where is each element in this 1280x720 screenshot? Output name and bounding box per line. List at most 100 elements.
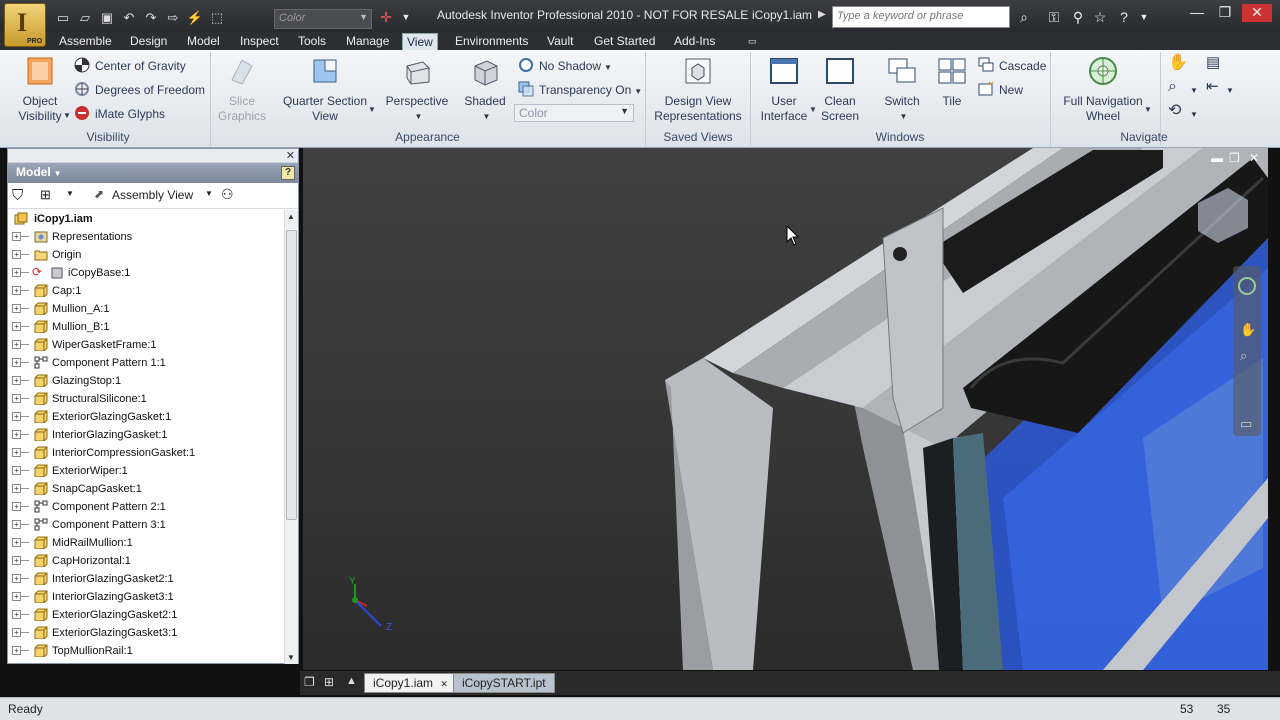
imate-glyphs-toggle[interactable]: iMate Glyphs: [74, 105, 165, 122]
minimize-icon[interactable]: —: [1186, 4, 1208, 22]
tree-item[interactable]: + CapHorizontal:1: [8, 552, 284, 570]
tree-item[interactable]: + InteriorGlazingGasket3:1: [8, 588, 284, 606]
help-search-input[interactable]: Type a keyword or phrase: [832, 6, 1010, 28]
chevron-down-icon[interactable]: ▼: [205, 189, 213, 198]
document-tab[interactable]: iCopySTART.ipt: [453, 673, 555, 693]
document-tab[interactable]: iCopy1.iam ✕: [364, 673, 457, 693]
help-icon[interactable]: ?: [281, 166, 295, 180]
close-icon[interactable]: ✕: [286, 149, 295, 162]
find-binoculars-icon[interactable]: ⚇: [221, 186, 234, 203]
update-icon[interactable]: ⚡: [186, 9, 204, 27]
tree-item[interactable]: + ExteriorGlazingGasket2:1: [8, 606, 284, 624]
tree-item[interactable]: + InteriorGlazingGasket:1: [8, 426, 284, 444]
expand-icon[interactable]: +: [12, 250, 21, 259]
graphics-viewport[interactable]: ✋ ⌕ ▭ Y Z ▬ ❐ ✕: [303, 148, 1268, 670]
viewport-restore-icon[interactable]: ❐: [1229, 151, 1240, 165]
tab-manage[interactable]: Manage: [342, 33, 393, 50]
new-file-icon[interactable]: ▭: [54, 9, 72, 27]
save-icon[interactable]: ▣: [98, 9, 116, 27]
transparency-toggle[interactable]: Transparency On ▼: [518, 81, 642, 100]
measure-icon[interactable]: ✛: [376, 7, 396, 27]
tree-item[interactable]: + Component Pattern 1:1: [8, 354, 284, 372]
communication-center-icon[interactable]: ⚲: [1068, 7, 1088, 27]
favorites-star-icon[interactable]: ☆: [1090, 7, 1110, 27]
expand-icon[interactable]: +: [12, 340, 21, 349]
expand-icon[interactable]: +: [12, 610, 21, 619]
expand-icon[interactable]: +: [12, 232, 21, 241]
design-view-representations-button[interactable]: Design View Representations: [652, 56, 744, 124]
return-icon[interactable]: ⇨: [164, 9, 182, 27]
tab-view[interactable]: View: [402, 33, 438, 50]
tree-item[interactable]: + InteriorCompressionGasket:1: [8, 444, 284, 462]
chevron-down-icon[interactable]: ▼: [63, 108, 71, 124]
color-override-combo[interactable]: Color ▼: [274, 9, 372, 29]
switch-window-button[interactable]: Switch ▼: [878, 56, 926, 124]
viewport-minimize-icon[interactable]: ▬: [1211, 151, 1223, 165]
shadow-toggle[interactable]: No Shadow ▼: [518, 57, 612, 76]
cascade-button[interactable]: Cascade: [978, 57, 1046, 74]
expand-icon[interactable]: +: [12, 592, 21, 601]
application-menu-button[interactable]: I PRO: [4, 3, 46, 47]
select-icon[interactable]: ⬚: [208, 9, 226, 27]
redo-icon[interactable]: ↷: [142, 9, 160, 27]
new-window-button[interactable]: New: [978, 81, 1023, 98]
look-at-icon[interactable]: ▤: [1206, 55, 1220, 71]
tab-tools[interactable]: Tools: [294, 33, 330, 50]
tree-item[interactable]: + ExteriorGlazingGasket:1: [8, 408, 284, 426]
expand-icon[interactable]: +: [12, 412, 21, 421]
expand-icon[interactable]: +: [12, 628, 21, 637]
tile-windows-button[interactable]: Tile: [932, 56, 972, 109]
shaded-button[interactable]: Shaded ▼: [460, 56, 510, 124]
tree-item[interactable]: + GlazingStop:1: [8, 372, 284, 390]
tab-inspect[interactable]: Inspect: [236, 33, 283, 50]
document-menu-icon[interactable]: ▲: [346, 675, 357, 687]
tree-item[interactable]: + Origin: [8, 246, 284, 264]
help-dropdown-icon[interactable]: ▼: [1134, 7, 1154, 27]
quarter-section-view-button[interactable]: Quarter Section View: [280, 56, 370, 124]
scroll-up-icon[interactable]: ▲: [287, 212, 295, 221]
full-navigation-wheel-button[interactable]: Full Navigation Wheel: [1058, 56, 1148, 124]
filter-icon[interactable]: ⛉: [12, 187, 23, 204]
binoculars-icon[interactable]: ⌕: [1014, 7, 1034, 27]
previous-view-icon[interactable]: ⇤: [1206, 79, 1219, 95]
slice-graphics-button[interactable]: Slice Graphics: [214, 56, 270, 124]
hierarchy-icon[interactable]: ⊞: [40, 187, 51, 203]
scroll-down-icon[interactable]: ▼: [287, 653, 295, 662]
tree-item[interactable]: + MidRailMullion:1: [8, 534, 284, 552]
tree-item[interactable]: + Cap:1: [8, 282, 284, 300]
open-folder-icon[interactable]: ▱: [76, 9, 94, 27]
ribbon-minimize-icon[interactable]: ▭: [744, 33, 761, 50]
restore-icon[interactable]: ❐: [1214, 4, 1236, 22]
expand-icon[interactable]: +: [12, 268, 21, 277]
expand-icon[interactable]: +: [12, 556, 21, 565]
tree-item[interactable]: + StructuralSilicone:1: [8, 390, 284, 408]
expand-icon[interactable]: +: [12, 484, 21, 493]
perspective-button[interactable]: Perspective ▼: [383, 56, 451, 124]
expand-icon[interactable]: +: [12, 358, 21, 367]
scroll-thumb[interactable]: [286, 230, 297, 520]
tile-documents-icon[interactable]: ⊞: [324, 675, 334, 689]
search-expand-icon[interactable]: ▶: [818, 9, 826, 20]
expand-icon[interactable]: +: [12, 646, 21, 655]
object-visibility-button[interactable]: Object Visibility: [14, 56, 66, 124]
close-icon[interactable]: ✕: [1242, 4, 1272, 22]
qat-customize-icon[interactable]: ▼: [396, 7, 416, 27]
expand-icon[interactable]: +: [12, 466, 21, 475]
tab-model[interactable]: Model: [183, 33, 224, 50]
expand-icon[interactable]: +: [12, 376, 21, 385]
expand-icon[interactable]: +: [12, 574, 21, 583]
tab-get-started[interactable]: Get Started: [590, 33, 659, 50]
tab-add-ins[interactable]: Add-Ins: [670, 33, 719, 50]
degrees-of-freedom-toggle[interactable]: Degrees of Freedom: [74, 81, 205, 98]
chevron-down-icon[interactable]: ▼: [1190, 107, 1198, 123]
browser-scrollbar[interactable]: ▲ ▼: [284, 210, 298, 664]
viewport-close-icon[interactable]: ✕: [1249, 151, 1259, 165]
browser-header[interactable]: Model ▼ ?: [8, 163, 298, 183]
tree-item[interactable]: + ⟳ iCopyBase:1: [8, 264, 284, 282]
help-icon[interactable]: ?: [1114, 7, 1134, 27]
pan-hand-icon[interactable]: ✋: [1168, 55, 1188, 71]
expand-icon[interactable]: +: [12, 448, 21, 457]
zoom-icon[interactable]: ⌕: [1168, 79, 1177, 95]
tree-item[interactable]: + InteriorGlazingGasket2:1: [8, 570, 284, 588]
expand-icon[interactable]: +: [12, 520, 21, 529]
